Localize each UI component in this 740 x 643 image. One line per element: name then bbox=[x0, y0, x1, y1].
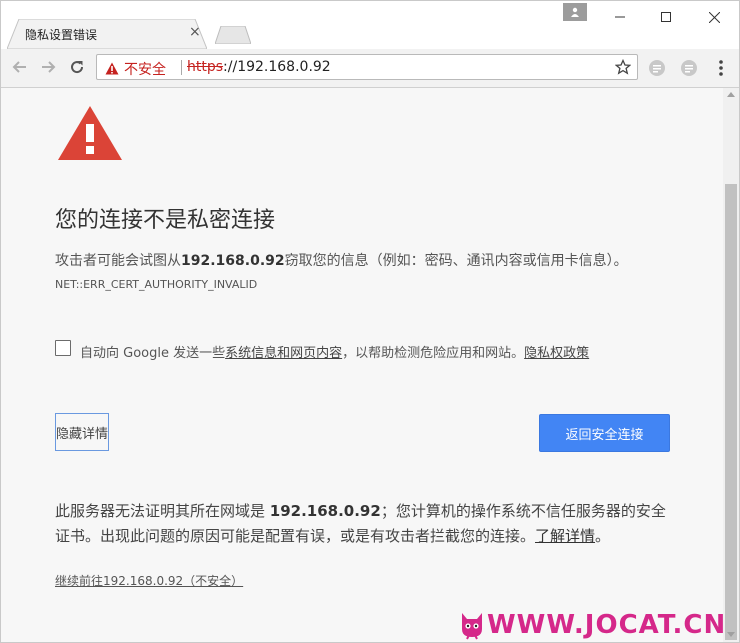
back-to-safety-button[interactable]: 返回安全连接 bbox=[539, 414, 670, 452]
attack-description: 攻击者可能会试图从192.168.0.92窃取您的信息（例如：密码、通讯内容或信… bbox=[55, 253, 628, 269]
error-code: NET::ERR_CERT_AUTHORITY_INVALID bbox=[55, 278, 258, 291]
tab-close-icon[interactable]: × bbox=[189, 24, 201, 40]
report-checkbox[interactable] bbox=[55, 340, 71, 356]
back-arrow-icon[interactable] bbox=[10, 57, 30, 77]
address-separator bbox=[181, 60, 182, 75]
profile-icon[interactable] bbox=[563, 3, 587, 21]
details-paragraph: 此服务器无法证明其所在网域是 192.168.0.92；您计算机的操作系统不信任… bbox=[55, 502, 666, 545]
url-host: ://192.168.0.92 bbox=[223, 59, 331, 75]
system-info-link[interactable]: 系统信息和网页内容 bbox=[225, 346, 342, 361]
address-bar[interactable]: 不安全 https://192.168.0.92 bbox=[96, 54, 638, 80]
not-secure-label[interactable]: 不安全 bbox=[124, 59, 166, 79]
interstitial-page: 您的连接不是私密连接 攻击者可能会试图从192.168.0.92窃取您的信息（例… bbox=[1, 88, 723, 642]
tab-active[interactable]: 隐私设置错误 × bbox=[7, 19, 207, 49]
page-title: 您的连接不是私密连接 bbox=[55, 208, 276, 233]
proceed-unsafe-link[interactable]: 继续前往192.168.0.92（不安全） bbox=[55, 572, 243, 589]
maximize-button[interactable] bbox=[643, 1, 689, 33]
reload-icon[interactable] bbox=[67, 57, 87, 77]
close-window-button[interactable] bbox=[691, 1, 737, 33]
minimize-button[interactable] bbox=[597, 1, 643, 33]
toolbar: 不安全 https://192.168.0.92 bbox=[1, 49, 739, 88]
vertical-scrollbar[interactable] bbox=[723, 88, 739, 642]
site-watermark: WWW.JOCAT.CN bbox=[459, 609, 729, 641]
url-scheme: https bbox=[187, 59, 224, 75]
security-warning-icon[interactable] bbox=[105, 60, 119, 79]
extension-icon[interactable] bbox=[648, 59, 666, 77]
cat-logo-icon bbox=[459, 609, 485, 642]
bookmark-star-icon[interactable] bbox=[614, 58, 632, 79]
learn-more-link[interactable]: 了解详情 bbox=[535, 527, 595, 545]
tab-strip: 隐私设置错误 × bbox=[1, 1, 739, 49]
host-name: 192.168.0.92 bbox=[181, 253, 285, 269]
forward-arrow-icon[interactable] bbox=[38, 57, 58, 77]
browser-window: 隐私设置错误 × 不安全 https://192.168.0.92 您的连接不是… bbox=[0, 0, 740, 643]
new-tab-button[interactable] bbox=[214, 25, 252, 45]
details-host: 192.168.0.92 bbox=[269, 502, 381, 520]
hide-details-button[interactable]: 隐藏详情 bbox=[55, 413, 109, 451]
warning-triangle-icon bbox=[56, 104, 124, 166]
menu-kebab-icon[interactable] bbox=[718, 58, 724, 78]
url-text[interactable]: https://192.168.0.92 bbox=[187, 59, 331, 75]
tab-title: 隐私设置错误 bbox=[25, 28, 98, 42]
watermark-text: WWW.JOCAT.CN bbox=[487, 610, 727, 640]
scrollbar-thumb[interactable] bbox=[725, 184, 737, 640]
extension-icon[interactable] bbox=[680, 59, 698, 77]
privacy-policy-link[interactable]: 隐私权政策 bbox=[524, 346, 589, 361]
scroll-up-arrow-icon[interactable] bbox=[727, 92, 735, 97]
optin-label: 自动向 Google 发送一些系统信息和网页内容，以帮助检测危险应用和网站。隐私… bbox=[80, 346, 590, 361]
